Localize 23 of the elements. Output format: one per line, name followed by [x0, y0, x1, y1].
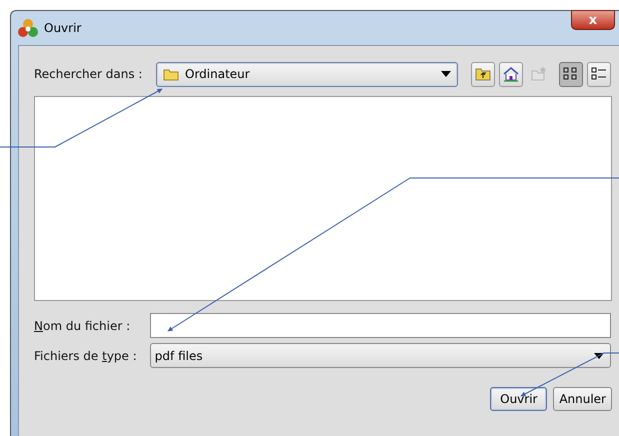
open-button[interactable]: Ouvrir [490, 387, 548, 411]
file-name-label: Nom du fichier : [34, 318, 132, 332]
file-type-label: Fichiers de type : [34, 348, 138, 362]
window-title: Ouvrir [44, 21, 82, 35]
home-icon [503, 66, 519, 82]
list-view-icon [591, 67, 607, 81]
close-button[interactable]: x [571, 10, 615, 30]
home-button[interactable] [499, 62, 523, 86]
file-name-field[interactable] [150, 313, 611, 338]
folder-icon [163, 68, 179, 80]
caret-icon [594, 352, 604, 358]
details-view-button[interactable] [587, 62, 611, 86]
folder-up-icon [475, 67, 491, 81]
grid-view-icon [563, 67, 579, 81]
look-in-dropdown[interactable]: Ordinateur [156, 62, 458, 86]
cancel-button[interactable]: Annuler [553, 387, 612, 411]
app-logo-icon [18, 18, 38, 38]
new-folder-icon [531, 67, 547, 81]
caret-icon [441, 71, 451, 77]
file-type-dropdown[interactable]: pdf files [150, 343, 611, 368]
folder-up-button[interactable] [471, 62, 495, 86]
list-view-button[interactable] [559, 62, 583, 86]
look-in-label: Rechercher dans : [34, 67, 144, 81]
